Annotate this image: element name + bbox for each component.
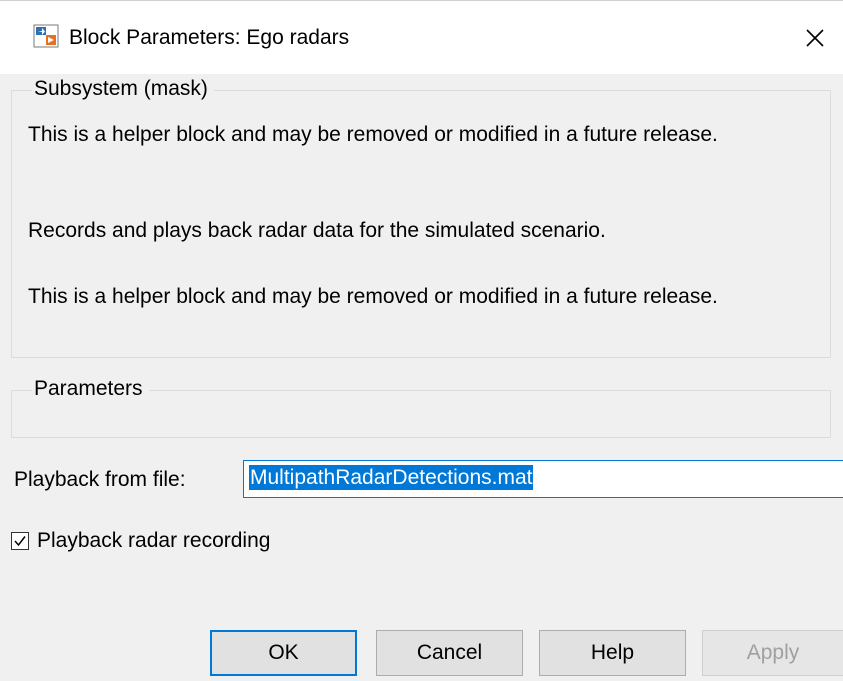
subsystem-mask-legend: Subsystem (mask)	[32, 75, 214, 103]
playback-recording-option[interactable]: Playback radar recording	[11, 527, 270, 555]
simulink-block-icon	[33, 24, 59, 48]
playback-file-label: Playback from file:	[14, 468, 186, 491]
subsystem-mask-group: Subsystem (mask) This is a helper block …	[11, 75, 831, 358]
close-button[interactable]	[787, 1, 843, 75]
parameters-legend: Parameters	[32, 375, 149, 403]
window-title: Block Parameters: Ego radars	[69, 26, 350, 49]
cancel-button[interactable]: Cancel	[376, 630, 523, 676]
mask-description-2: Records and plays back radar data for th…	[28, 219, 606, 242]
title-bar[interactable]: Block Parameters: Ego radars	[0, 0, 843, 74]
ok-button[interactable]: OK	[210, 630, 357, 676]
playback-file-input[interactable]: MultipathRadarDetections.mat	[243, 460, 843, 498]
apply-button[interactable]: Apply	[702, 630, 843, 676]
playback-recording-checkbox[interactable]	[11, 532, 29, 550]
parameters-group: Parameters	[11, 375, 831, 438]
mask-description-3: This is a helper block and may be remove…	[28, 285, 718, 308]
playback-file-value: MultipathRadarDetections.mat	[249, 465, 534, 490]
playback-recording-label: Playback radar recording	[37, 529, 271, 552]
mask-description-1: This is a helper block and may be remove…	[28, 123, 718, 146]
help-button[interactable]: Help	[539, 630, 686, 676]
checkmark-icon	[14, 536, 26, 547]
close-icon	[806, 29, 824, 47]
block-parameters-dialog: Block Parameters: Ego radars Subsystem (…	[0, 0, 843, 681]
